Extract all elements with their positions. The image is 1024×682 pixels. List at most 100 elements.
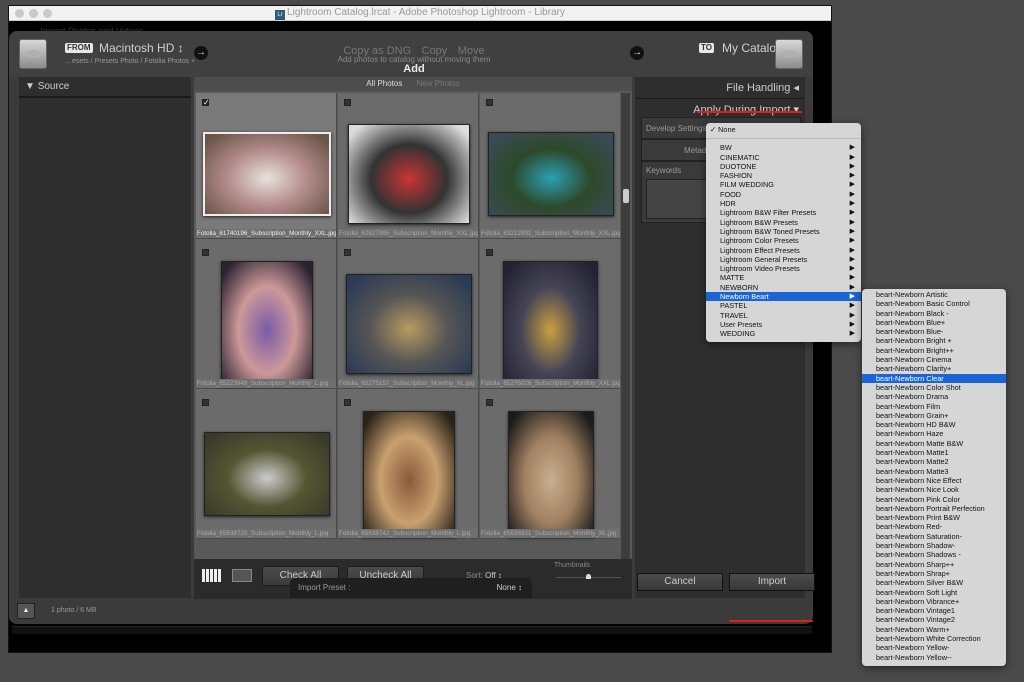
source-panel-header[interactable]: ▼ Source [19, 77, 191, 98]
menu-item-preset[interactable]: beart-Newborn Bright++ [862, 346, 1006, 355]
photo-thumbnail[interactable] [362, 411, 455, 537]
photo-thumbnail[interactable] [507, 411, 594, 537]
menu-item-preset[interactable]: beart-Newborn Silver B&W [862, 578, 1006, 587]
menu-item-preset[interactable]: beart-Newborn Yellow-- [862, 653, 1006, 662]
import-button[interactable]: Import [729, 573, 815, 591]
cancel-button[interactable]: Cancel [637, 573, 723, 591]
photo-thumbnail[interactable] [487, 132, 614, 216]
photo-checkbox[interactable]: ✓ [202, 99, 210, 107]
source-arrow-icon[interactable]: → [194, 46, 208, 60]
menu-item-preset-folder[interactable]: BW ▶ [706, 143, 861, 152]
menu-item-preset[interactable]: beart-Newborn Haze [862, 429, 1006, 438]
menu-item-preset[interactable]: beart-Newborn Artistic [862, 290, 1006, 299]
menu-item-preset-folder[interactable]: DUOTONE ▶ [706, 162, 861, 171]
menu-item-preset-folder[interactable]: WEDDING ▶ [706, 329, 861, 338]
menu-item-preset-folder[interactable]: PASTEL ▶ [706, 301, 861, 310]
menu-item-preset[interactable]: beart-Newborn Black - [862, 309, 1006, 318]
menu-item-preset[interactable]: beart-Newborn Red- [862, 522, 1006, 531]
destination-arrow-icon[interactable]: → [630, 46, 644, 60]
menu-item-preset[interactable]: beart-Newborn Saturation- [862, 532, 1006, 541]
photo-checkbox[interactable] [344, 399, 351, 406]
menu-item-preset[interactable]: beart-Newborn Drama [862, 392, 1006, 401]
menu-item-preset-folder[interactable]: Lightroom General Presets ▶ [706, 255, 861, 264]
photo-cell[interactable]: Fotolia_65638742_Subscription_Monthly_L.… [338, 389, 479, 539]
photo-checkbox[interactable] [486, 99, 493, 106]
photo-thumbnail[interactable] [203, 432, 330, 516]
menu-item-preset[interactable]: beart-Newborn Vintage2 [862, 615, 1006, 624]
menu-item-preset[interactable]: beart-Newborn HD B&W [862, 420, 1006, 429]
photo-cell[interactable]: Fotolia_65223949_Subscription_Monthly_L.… [196, 239, 337, 389]
grid-view-icon[interactable] [202, 569, 222, 582]
menu-item-preset-folder[interactable]: Lightroom B&W Toned Presets ▶ [706, 227, 861, 236]
grid-scrollbar[interactable] [621, 93, 630, 559]
photo-cell[interactable]: Fotolia_63212991_Subscription_Monthly_XX… [480, 93, 620, 239]
tab-all-photos[interactable]: All Photos [366, 79, 402, 88]
import-preset-select[interactable]: None ↕ [497, 583, 522, 592]
thumbnail-size-slider[interactable] [556, 574, 621, 579]
menu-item-preset-folder[interactable]: Lightroom Effect Presets ▶ [706, 246, 861, 255]
scrollbar-thumb[interactable] [623, 189, 629, 203]
photo-thumbnail[interactable] [503, 261, 598, 387]
photo-cell[interactable]: Fotolia_65276026_Subscription_Monthly_XX… [480, 239, 620, 389]
menu-item-preset[interactable]: beart-Newborn Matte1 [862, 448, 1006, 457]
menu-item-preset-folder[interactable]: NEWBORN ▶ [706, 283, 861, 292]
menu-item-preset-folder[interactable]: FASHION ▶ [706, 171, 861, 180]
menu-item-preset[interactable]: beart-Newborn Blue- [862, 327, 1006, 336]
menu-item-preset[interactable]: beart-Newborn Print B&W [862, 513, 1006, 522]
menu-item-preset-folder[interactable]: User Presets ▶ [706, 320, 861, 329]
menu-item-preset[interactable]: beart-Newborn Portrait Perfection [862, 504, 1006, 513]
menu-item-preset[interactable]: beart-Newborn Warm+ [862, 625, 1006, 634]
photo-cell[interactable]: ✓ Fotolia_61740196_Subscription_Monthly_X… [196, 93, 337, 239]
menu-item-preset[interactable]: beart-Newborn Vibrance+ [862, 597, 1006, 606]
menu-item-preset[interactable]: beart-Newborn Soft Light [862, 588, 1006, 597]
menu-item-preset[interactable]: beart-Newborn Bright + [862, 336, 1006, 345]
menu-item-preset-folder[interactable]: Newborn Beart ▶ [706, 292, 861, 302]
menu-item-preset-folder[interactable]: FOOD ▶ [706, 190, 861, 199]
menu-item-preset[interactable]: beart-Newborn White Correction [862, 634, 1006, 643]
photo-thumbnail[interactable] [347, 124, 470, 224]
menu-item-preset-folder[interactable]: Lightroom B&W Presets ▶ [706, 218, 861, 227]
menu-item-preset[interactable]: beart-Newborn Film [862, 402, 1006, 411]
menu-item-preset[interactable]: beart-Newborn Shadows - [862, 550, 1006, 559]
photo-checkbox[interactable] [202, 249, 209, 256]
source-selector[interactable]: Macintosh HD ↕ [99, 41, 184, 55]
tab-new-photos[interactable]: New Photos [417, 79, 460, 88]
destination-name[interactable]: My Catalog [722, 41, 783, 55]
menu-item-preset[interactable]: beart-Newborn Pink Color [862, 495, 1006, 504]
menu-item-preset[interactable]: beart-Newborn Nice Look [862, 485, 1006, 494]
menu-item-preset[interactable]: beart-Newborn Grain+ [862, 411, 1006, 420]
photo-checkbox[interactable] [202, 399, 209, 406]
photo-cell[interactable]: Fotolia_65638931_Subscription_Monthly_XL… [480, 389, 620, 539]
mode-add[interactable]: Add [403, 63, 424, 75]
slider-knob[interactable] [585, 574, 591, 579]
photo-checkbox[interactable] [344, 99, 351, 106]
photo-thumbnail[interactable] [220, 261, 313, 387]
menu-item-preset[interactable]: beart-Newborn Matte3 [862, 467, 1006, 476]
menu-item-preset[interactable]: beart-Newborn Color Shot [862, 383, 1006, 392]
menu-item-preset[interactable]: beart-Newborn Matte B&W [862, 439, 1006, 448]
menu-item-preset-folder[interactable]: FILM WEDDING ▶ [706, 180, 861, 189]
menu-item-preset[interactable]: beart-Newborn Vintage1 [862, 606, 1006, 615]
menu-item-preset[interactable]: beart-Newborn Matte2 [862, 457, 1006, 466]
menu-item-preset[interactable]: beart-Newborn Yellow- [862, 643, 1006, 652]
menu-item-preset-folder[interactable]: HDR ▶ [706, 199, 861, 208]
photo-thumbnail[interactable] [345, 274, 472, 374]
photo-cell[interactable]: Fotolia_65638720_Subscription_Monthly_L.… [196, 389, 337, 539]
loupe-view-icon[interactable] [232, 569, 252, 582]
menu-item-none[interactable]: ✓ None [706, 125, 861, 134]
file-handling-header[interactable]: File Handling ◂ [635, 77, 805, 99]
menu-item-preset[interactable]: beart-Newborn Blue+ [862, 318, 1006, 327]
photo-thumbnail[interactable] [202, 132, 331, 216]
menu-item-preset[interactable]: beart-Newborn Nice Effect [862, 476, 1006, 485]
menu-item-preset[interactable]: beart-Newborn Cinema [862, 355, 1006, 364]
menu-item-preset-folder[interactable]: Lightroom B&W Filter Presets ▶ [706, 208, 861, 217]
photo-checkbox[interactable] [344, 249, 351, 256]
menu-item-preset-folder[interactable]: TRAVEL ▶ [706, 311, 861, 320]
menu-item-preset[interactable]: beart-Newborn Sharp++ [862, 560, 1006, 569]
menu-item-preset[interactable]: beart-Newborn Shrap+ [862, 569, 1006, 578]
menu-item-preset[interactable]: beart-Newborn Clarity+ [862, 364, 1006, 373]
menu-item-preset-folder[interactable]: Lightroom Color Presets ▶ [706, 236, 861, 245]
photo-cell[interactable]: Fotolia_62827995_Subscription_Monthly_XX… [338, 93, 479, 239]
menu-item-preset[interactable]: beart-Newborn Shadow- [862, 541, 1006, 550]
photo-cell[interactable]: Fotolia_65275157_Subscription_Monthly_XL… [338, 239, 479, 389]
